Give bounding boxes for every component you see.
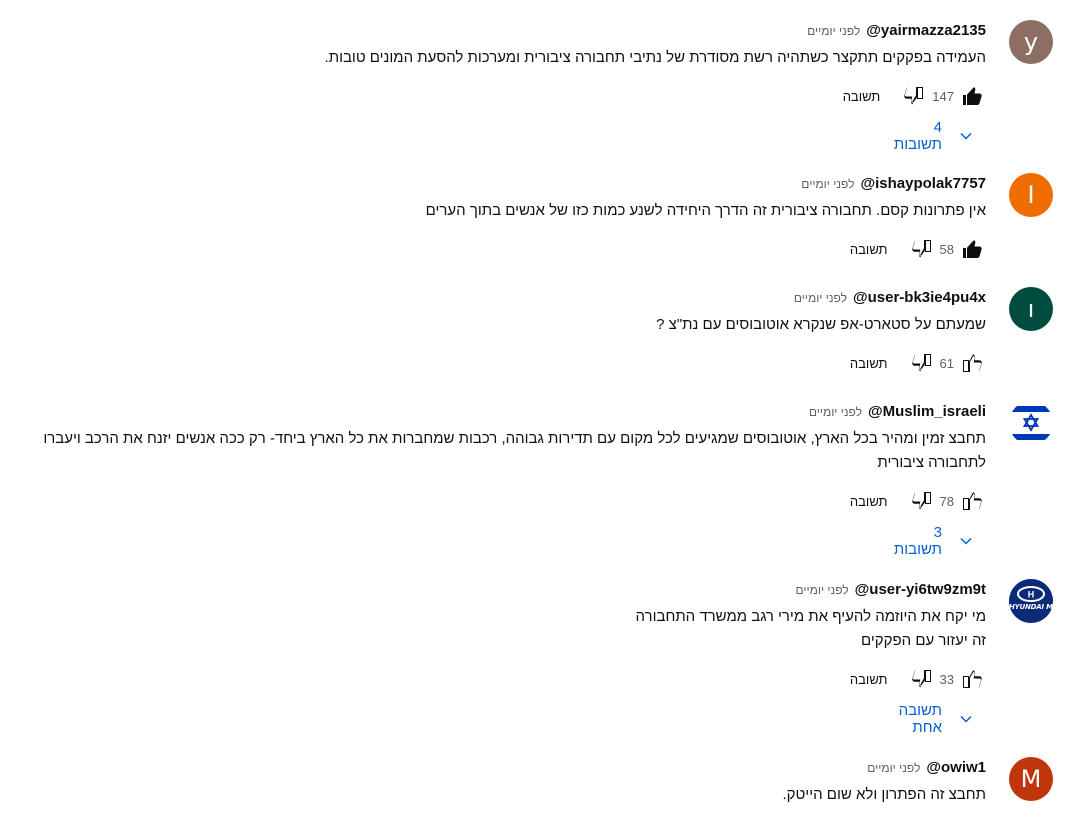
comment-text: תחבצ זמין ומהיר בכל הארץ, אוטובוסים שמגי… — [0, 427, 986, 475]
reply-button[interactable]: תשובה — [850, 356, 888, 371]
view-replies-button[interactable]: תשובה אחת — [884, 701, 994, 737]
like-count: 61 — [939, 355, 954, 371]
comment-body: @yairmazza2135 לפני יומיים העמידה בפקקים ת… — [0, 20, 986, 153]
comment-body: @owiw1 לפני יומיים תחבצ זה הפתרון ולא שום … — [0, 757, 987, 807]
comment-text: מי יקח את היוזמה להעיף את מירי רגב ממשרד… — [0, 605, 987, 653]
hyundai-motorsport-logo[interactable]: H HYUNDAI MOTORSPORT — [1009, 579, 1053, 623]
avatar[interactable]: ו — [1009, 287, 1053, 331]
chevron-down-icon — [956, 126, 976, 146]
like-count: 147 — [932, 88, 954, 104]
comment-time[interactable]: לפני יומיים — [801, 177, 854, 191]
chevron-down-icon — [956, 531, 976, 551]
comment-text-line: מי יקח את היוזמה להעיף את מירי רגב ממשרד… — [635, 608, 987, 625]
comment-time[interactable]: לפני יומיים — [794, 291, 847, 305]
comment-time[interactable]: לפני יומיים — [809, 405, 862, 419]
avatar-letter: y — [1023, 28, 1039, 56]
comment-text-line: אין פתרונות קסם. תחבורה ציבורית זה הדרך … — [425, 202, 986, 219]
reply-button[interactable]: תשובה — [850, 494, 888, 509]
comment-text-line: לתחבורה ציבורית — [877, 454, 986, 471]
like-icon[interactable] — [958, 235, 986, 263]
comment-text: העמידה בפקקים תתקצר כשתהיה רשת מסודרת של… — [0, 46, 986, 70]
dislike-icon[interactable] — [908, 487, 936, 515]
replies-count-label: 4 תשובות — [893, 119, 942, 153]
like-icon[interactable] — [958, 82, 986, 110]
like-icon[interactable] — [958, 487, 986, 515]
comment-header: @Muslim_israeli לפני יומיים — [0, 401, 986, 423]
comment-time[interactable]: לפני יומיים — [807, 24, 860, 38]
comment-time[interactable]: לפני יומיים — [867, 761, 920, 775]
comment-text-line: זה יעזור עם הפקקים — [861, 632, 986, 649]
comment-body: @user-bk3ie4pu4x לפני יומיים שמעתם על סטאר… — [0, 287, 986, 381]
dislike-icon[interactable] — [900, 82, 928, 110]
view-replies-button[interactable]: 4 תשובות — [884, 118, 994, 154]
comment-header: @user-bk3ie4pu4x לפני יומיים — [0, 287, 986, 309]
like-count: 33 — [939, 671, 954, 687]
avatar-letter: ו — [1027, 295, 1035, 323]
comment-text-line: תחבצ זמין ומהיר בכל הארץ, אוטובוסים שמגי… — [43, 430, 986, 447]
replies-count-label: תשובה אחת — [898, 702, 942, 736]
author-name[interactable]: @yairmazza2135 — [866, 20, 986, 42]
comment-body: @ishaypolak7757 לפני יומיים אין פתרונות קס… — [0, 173, 986, 267]
author-name[interactable]: @user-yi6tw9zm9t — [855, 579, 986, 601]
svg-text:H: H — [1028, 590, 1035, 600]
comment-header: @yairmazza2135 לפני יומיים — [0, 20, 986, 42]
comment-body: @Muslim_israeli לפני יומיים תחבצ זמין ומהי… — [0, 401, 986, 558]
avatar[interactable]: y — [1009, 20, 1053, 64]
author-name[interactable]: @Muslim_israeli — [868, 401, 986, 423]
like-count: 58 — [939, 241, 954, 257]
comment-text: שמעתם על סטארט-אפ שנקרא אוטובוסים עם נת"… — [0, 313, 986, 337]
view-replies-button[interactable]: 3 תשובות — [884, 523, 994, 559]
comment-actions: תשובה 58 — [0, 231, 986, 267]
comment-body: @user-yi6tw9zm9t לפני יומיים מי יקח את היו… — [0, 579, 987, 736]
comment-text-line: תחבצ זה הפתרון ולא שום הייטק. — [782, 786, 987, 803]
comment-actions: תשובה 78 — [0, 483, 986, 519]
comments-section: y @yairmazza2135 לפני יומיים העמידה בפקקים … — [0, 0, 1065, 819]
comment-header: @ishaypolak7757 לפני יומיים — [0, 173, 986, 195]
dislike-icon[interactable] — [908, 235, 936, 263]
comment-actions: תשובה 33 — [0, 661, 986, 697]
author-name[interactable]: @owiw1 — [926, 757, 986, 779]
avatar[interactable]: M — [1009, 757, 1053, 801]
replies-count-label: 3 תשובות — [893, 524, 942, 558]
comment-header: @user-yi6tw9zm9t לפני יומיים — [0, 579, 986, 601]
chevron-down-icon — [956, 709, 976, 729]
reply-button[interactable]: תשובה — [850, 242, 888, 257]
avatar-logo-text: HYUNDAI MOTORSPORT — [1009, 603, 1053, 611]
comment-text: אין פתרונות קסם. תחבורה ציבורית זה הדרך … — [0, 199, 986, 223]
comment-header: @owiw1 לפני יומיים — [0, 757, 986, 779]
comment-actions: תשובה 147 — [0, 78, 986, 114]
like-icon[interactable] — [958, 349, 986, 377]
avatar[interactable]: I — [1009, 173, 1053, 217]
israel-flag-icon[interactable] — [1009, 401, 1053, 445]
reply-button[interactable]: תשובה — [850, 672, 888, 687]
dislike-icon[interactable] — [908, 665, 936, 693]
comment-text-line: העמידה בפקקים תתקצר כשתהיה רשת מסודרת של… — [324, 49, 986, 66]
avatar-letter: M — [1020, 765, 1042, 793]
comment-text-line: שמעתם על סטארט-אפ שנקרא אוטובוסים עם נת"… — [656, 316, 986, 333]
author-name[interactable]: @user-bk3ie4pu4x — [853, 287, 986, 309]
comment-time[interactable]: לפני יומיים — [795, 583, 848, 597]
comment-actions: תשובה 61 — [0, 345, 986, 381]
avatar-letter: I — [1027, 181, 1035, 209]
like-count: 78 — [939, 493, 954, 509]
dislike-icon[interactable] — [908, 349, 936, 377]
author-name[interactable]: @ishaypolak7757 — [860, 173, 986, 195]
reply-button[interactable]: תשובה — [843, 89, 881, 104]
comment-text: תחבצ זה הפתרון ולא שום הייטק. — [0, 783, 987, 807]
like-icon[interactable] — [958, 665, 986, 693]
